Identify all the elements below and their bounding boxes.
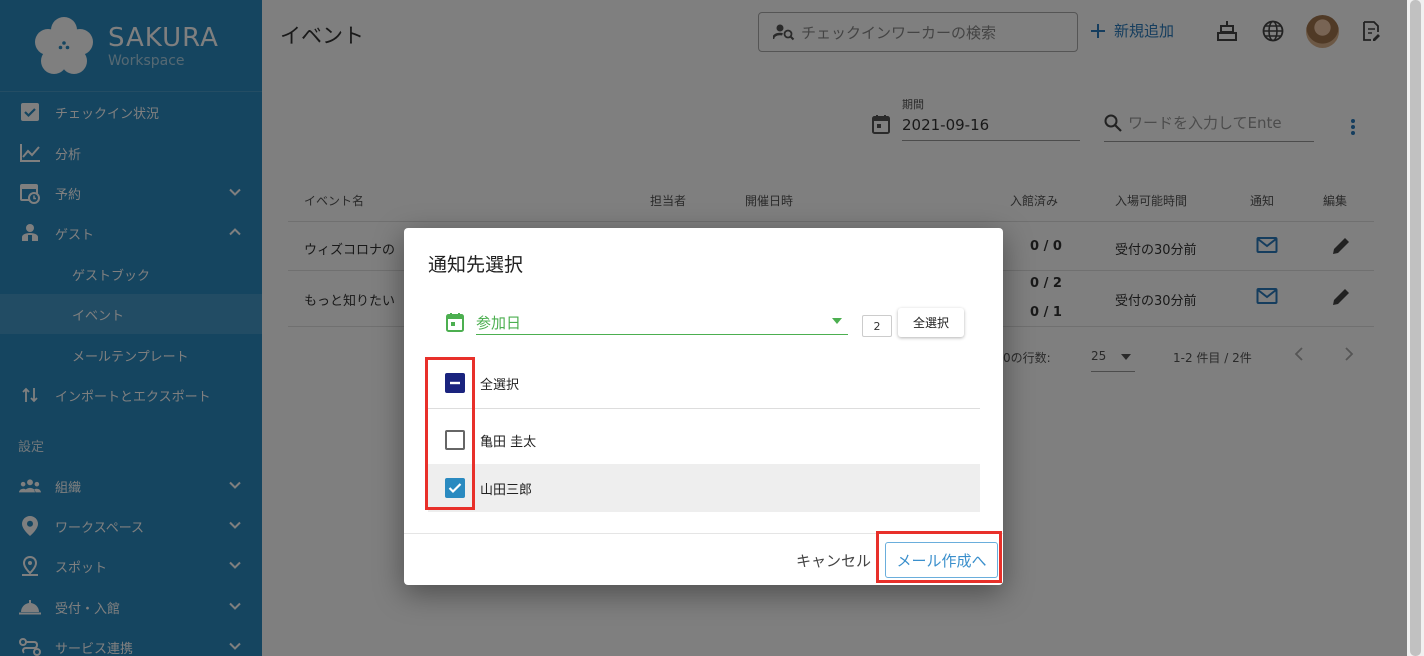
participation-date-select[interactable]: 参加日 bbox=[444, 310, 848, 336]
dialog-title: 通知先選択 bbox=[428, 254, 524, 276]
recipient-checkbox[interactable] bbox=[445, 430, 465, 450]
cancel-button[interactable]: キャンセル bbox=[796, 550, 871, 571]
select-all-label: 全選択 bbox=[480, 378, 520, 393]
recipient-row[interactable]: 山田三郎 bbox=[428, 464, 980, 512]
selected-count: 2 bbox=[862, 315, 892, 337]
dialog-footer-divider bbox=[404, 533, 1003, 534]
recipient-checkbox[interactable] bbox=[445, 478, 465, 498]
dropdown-arrow-icon bbox=[832, 318, 842, 324]
indeterminate-checkbox[interactable] bbox=[445, 373, 465, 393]
recipient-name: 山田三郎 bbox=[480, 483, 533, 498]
notify-recipient-dialog: 通知先選択 参加日 2 全選択 全選択 亀田 圭太 山田三郎 キャンセル メール… bbox=[404, 228, 1003, 585]
list-divider bbox=[428, 408, 980, 409]
compose-mail-button[interactable]: メール作成へ bbox=[885, 542, 998, 578]
select-underline bbox=[476, 334, 848, 335]
recipient-row[interactable]: 亀田 圭太 bbox=[428, 416, 980, 464]
select-all-row[interactable]: 全選択 bbox=[428, 359, 980, 407]
calendar-icon bbox=[446, 313, 464, 332]
select-all-button[interactable]: 全選択 bbox=[898, 308, 964, 337]
scrollbar-thumb[interactable] bbox=[1410, 0, 1421, 656]
recipient-name: 亀田 圭太 bbox=[480, 435, 537, 450]
participation-date-value: 参加日 bbox=[476, 314, 522, 332]
